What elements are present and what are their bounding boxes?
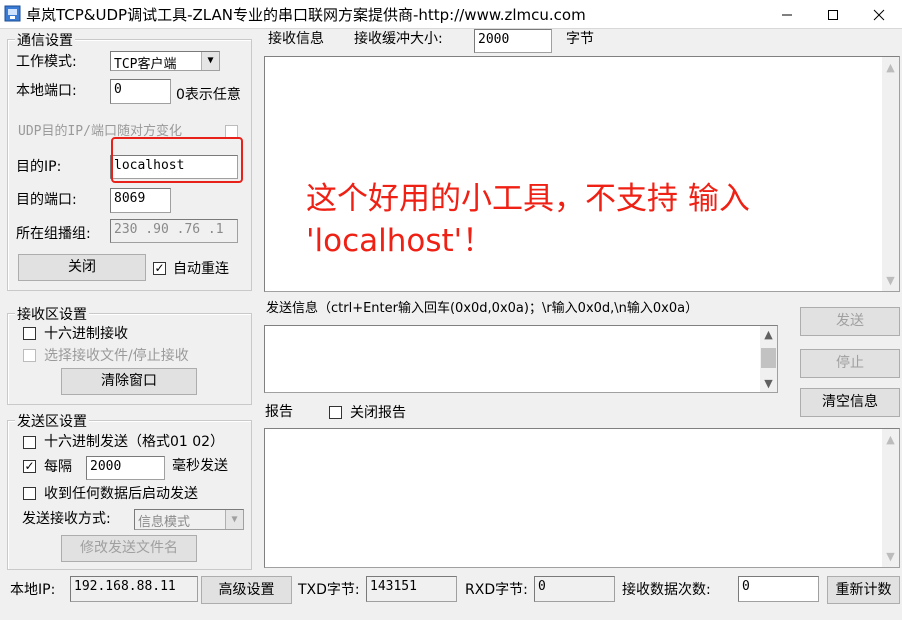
send-after-recv-checkbox[interactable] <box>23 487 36 500</box>
rxd-value: 0 <box>534 576 615 602</box>
local-port-input[interactable]: 0 <box>110 79 171 104</box>
txd-label: TXD字节: <box>298 582 360 598</box>
maximize-icon <box>828 9 838 20</box>
recv-count-label: 接收数据次数: <box>622 582 711 598</box>
close-report-checkbox[interactable] <box>329 406 342 419</box>
advanced-settings-button[interactable]: 高级设置 <box>201 576 292 604</box>
scroll-down-icon[interactable]: ▼ <box>760 375 777 392</box>
scroll-down-icon[interactable]: ▼ <box>882 548 899 565</box>
auto-reconnect-label: 自动重连 <box>173 261 229 277</box>
title-bar: 卓岚TCP&UDP调试工具-ZLAN专业的串口联网方案提供商-http://ww… <box>0 0 902 29</box>
select-file-checkbox[interactable] <box>23 349 36 362</box>
multicast-label: 所在组播组: <box>16 226 91 242</box>
local-ip-label: 本地IP: <box>10 582 56 598</box>
recv-buffer-unit: 字节 <box>566 31 594 47</box>
dest-port-input[interactable]: 8069 <box>110 188 171 213</box>
send-scrollbar[interactable]: ▲ ▼ <box>760 326 777 392</box>
hex-send-label: 十六进制发送（格式01 02） <box>44 434 225 450</box>
report-textarea[interactable]: ▲ ▼ <box>264 428 900 568</box>
recv-scrollbar[interactable]: ▲ ▼ <box>882 57 899 291</box>
report-label: 报告 <box>265 404 293 420</box>
send-mode-label: 发送接收方式: <box>22 511 111 527</box>
hex-recv-checkbox[interactable] <box>23 327 36 340</box>
send-after-recv-label: 收到任何数据后启动发送 <box>44 486 198 502</box>
stop-button[interactable]: 停止 <box>800 349 900 378</box>
multicast-input[interactable]: 230 .90 .76 .1 <box>110 219 238 243</box>
recv-settings-legend: 接收区设置 <box>15 304 89 324</box>
close-connection-button[interactable]: 关闭 <box>18 254 146 281</box>
close-icon <box>873 9 885 20</box>
recv-buffer-input[interactable]: 2000 <box>474 29 552 53</box>
send-button[interactable]: 发送 <box>800 307 900 336</box>
dest-ip-label: 目的IP: <box>16 159 62 175</box>
annotation-line-1: 这个好用的小工具，不支持 输入 <box>306 181 750 217</box>
dest-port-label: 目的端口: <box>16 192 77 208</box>
send-info-label: 发送信息（ctrl+Enter输入回车(0x0d,0x0a)；\r输入0x0d,… <box>266 301 699 316</box>
send-mode-value: 信息模式 <box>138 515 191 530</box>
scroll-up-icon[interactable]: ▲ <box>760 326 777 343</box>
chevron-down-icon[interactable]: ▼ <box>201 52 219 70</box>
rxd-label: RXD字节: <box>465 582 528 598</box>
maximize-button[interactable] <box>810 0 856 28</box>
clear-window-button[interactable]: 清除窗口 <box>61 368 197 395</box>
modify-file-button[interactable]: 修改发送文件名 <box>61 535 197 562</box>
every-label: 每隔 <box>44 459 72 475</box>
hex-send-checkbox[interactable] <box>23 436 36 449</box>
close-report-label: 关闭报告 <box>350 405 406 421</box>
local-port-label: 本地端口: <box>16 83 77 99</box>
every-checkbox[interactable]: ✓ <box>23 460 36 473</box>
minimize-button[interactable] <box>764 0 810 28</box>
window-title: 卓岚TCP&UDP调试工具-ZLAN专业的串口联网方案提供商-http://ww… <box>26 6 586 24</box>
scroll-up-icon[interactable]: ▲ <box>882 431 899 448</box>
recount-button[interactable]: 重新计数 <box>827 576 900 604</box>
send-mode-select[interactable]: 信息模式 ▼ <box>134 509 244 530</box>
recv-buffer-label: 接收缓冲大小: <box>354 31 443 47</box>
recv-count-value: 0 <box>738 576 819 602</box>
recv-info-label: 接收信息 <box>268 31 324 47</box>
hex-recv-label: 十六进制接收 <box>44 326 128 342</box>
annotation-text: 这个好用的小工具，不支持 输入 'localhost'！ <box>306 178 826 262</box>
local-port-hint: 0表示任意 <box>176 87 241 103</box>
minimize-icon <box>782 14 792 15</box>
scroll-thumb[interactable] <box>761 348 776 368</box>
send-settings-legend: 发送区设置 <box>15 411 89 431</box>
work-mode-label: 工作模式: <box>16 54 77 70</box>
comm-settings-legend: 通信设置 <box>15 30 75 50</box>
txd-value: 143151 <box>366 576 457 602</box>
auto-reconnect-checkbox[interactable]: ✓ <box>153 262 166 275</box>
interval-input[interactable]: 2000 <box>86 456 165 480</box>
clear-info-button[interactable]: 清空信息 <box>800 388 900 417</box>
chevron-down-icon[interactable]: ▼ <box>225 510 243 529</box>
ms-label: 毫秒发送 <box>172 458 228 474</box>
scroll-down-icon[interactable]: ▼ <box>882 272 899 289</box>
local-ip-value: 192.168.88.11 <box>70 576 198 602</box>
close-button[interactable] <box>856 0 902 28</box>
annotation-line-2: 'localhost'！ <box>306 223 494 259</box>
scroll-up-icon[interactable]: ▲ <box>882 59 899 76</box>
select-file-label: 选择接收文件/停止接收 <box>44 348 189 364</box>
work-mode-value: TCP客户端 <box>114 57 177 71</box>
send-textarea[interactable]: ▲ ▼ <box>264 325 778 393</box>
report-scrollbar[interactable]: ▲ ▼ <box>882 429 899 567</box>
annotation-highlight-box <box>111 137 243 183</box>
work-mode-select[interactable]: TCP客户端 ▼ <box>110 51 220 71</box>
app-icon <box>4 5 21 22</box>
